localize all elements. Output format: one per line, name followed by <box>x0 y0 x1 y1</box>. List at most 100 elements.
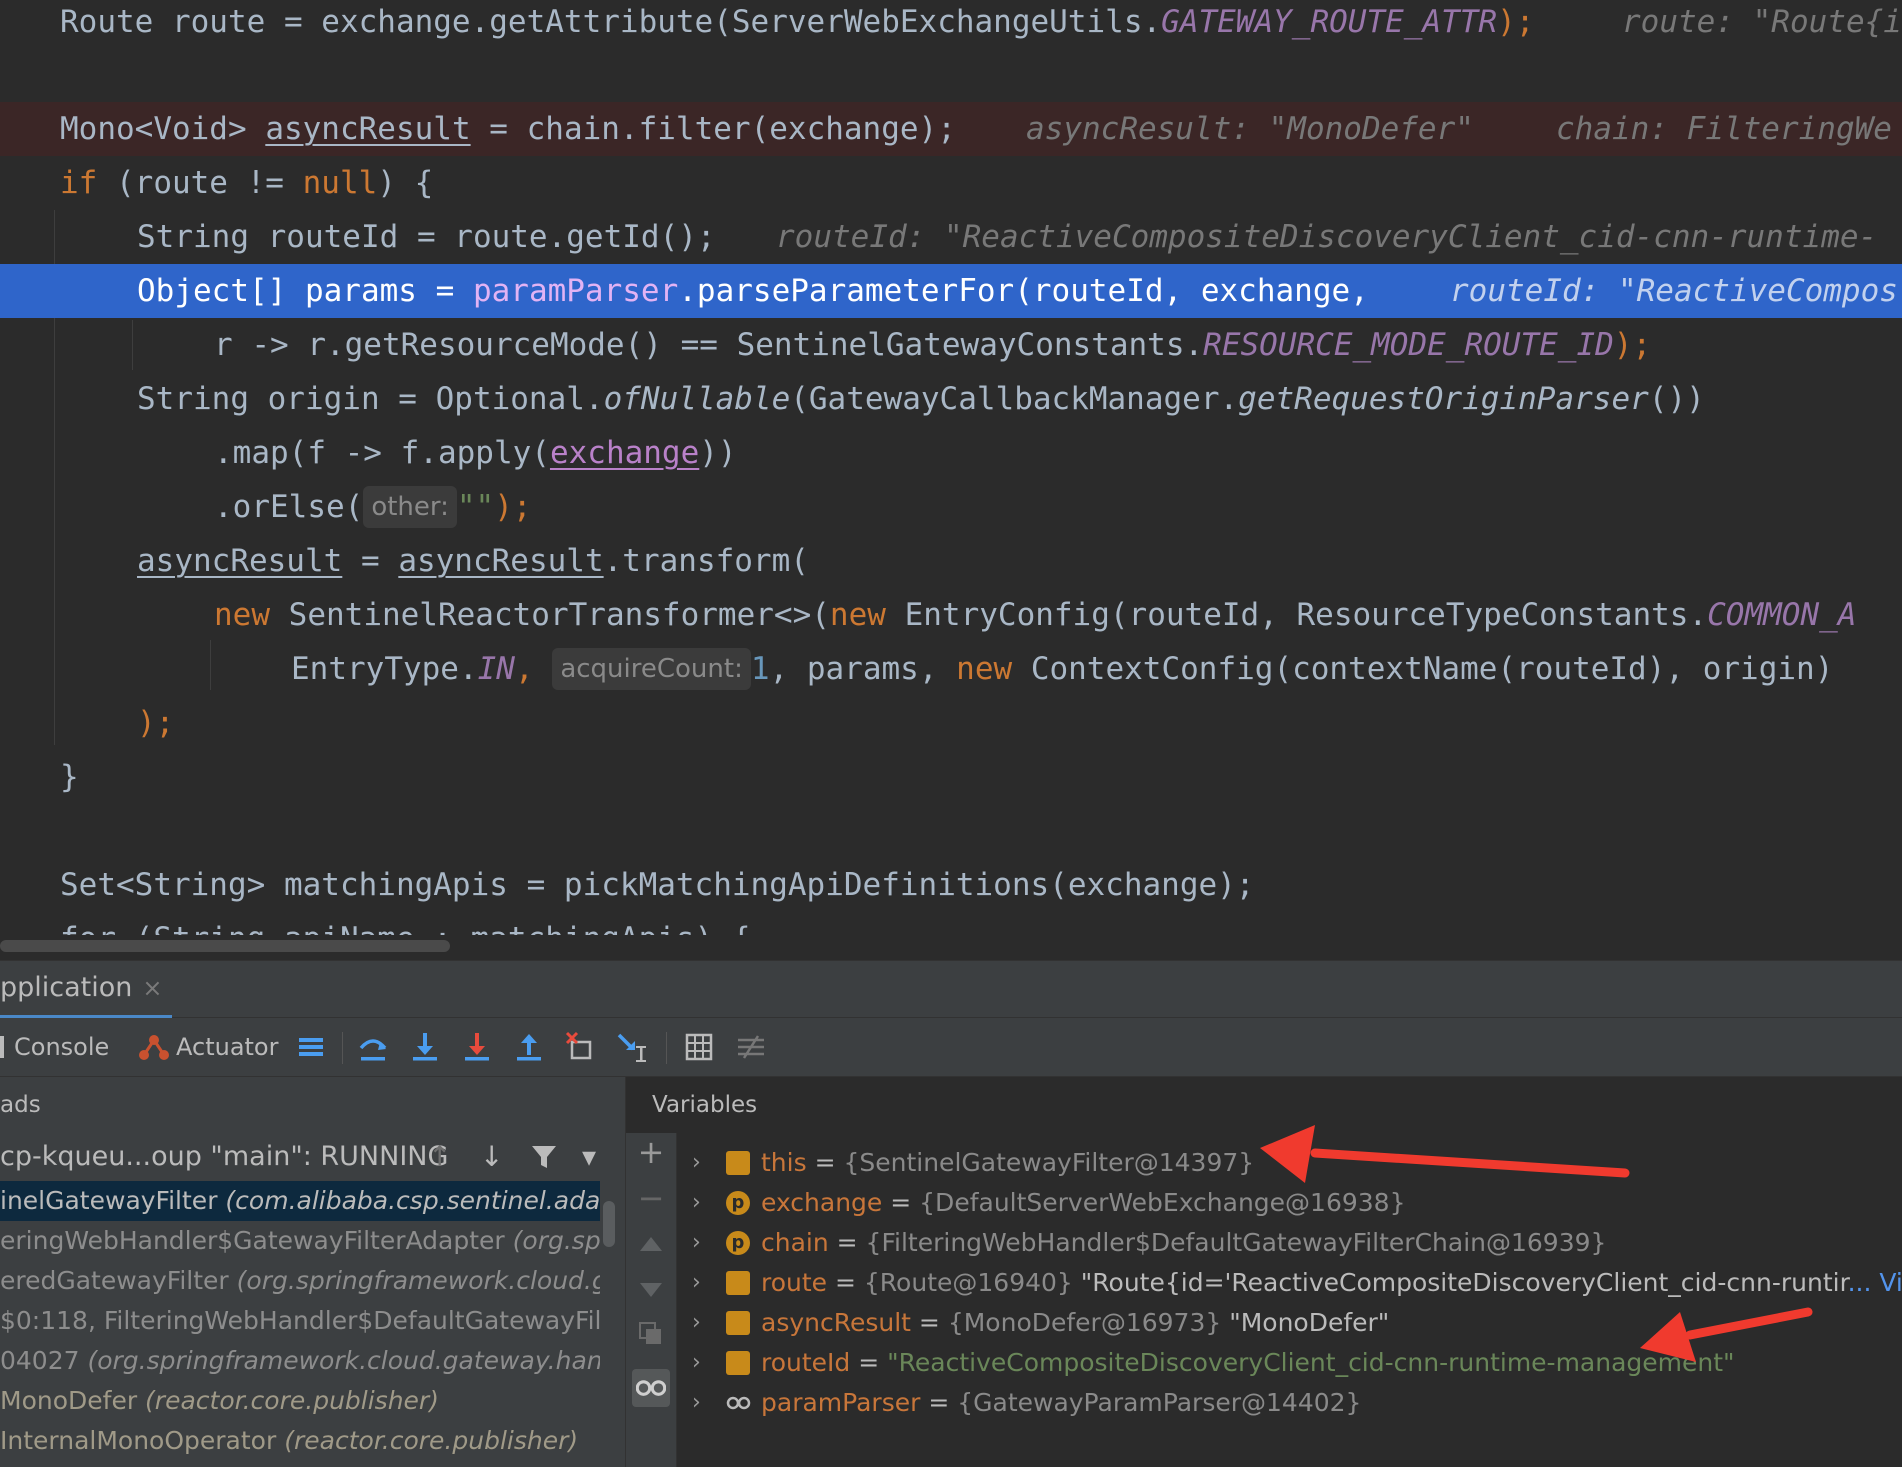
step-into-icon[interactable] <box>406 1028 444 1066</box>
code-variable: asyncResult <box>265 111 471 147</box>
stack-frame[interactable]: 04027 (org.springframework.cloud.gateway… <box>0 1341 600 1381</box>
arrow-up-icon[interactable]: ↑ <box>428 1133 451 1181</box>
code-line[interactable]: String routeId = route.getId(); routeId:… <box>0 210 1902 264</box>
step-over-icon[interactable] <box>354 1028 392 1066</box>
stack-frame[interactable]: eringWebHandler$GatewayFilterAdapter (or… <box>0 1221 600 1261</box>
code-editor[interactable]: Route route = exchange.getAttribute(Serv… <box>0 0 1902 935</box>
chevron-right-icon[interactable]: › <box>692 1343 701 1383</box>
inline-value-hint: routeId: "ReactiveCompos <box>1450 273 1898 309</box>
add-icon[interactable]: + <box>626 1133 676 1171</box>
variable-row[interactable]: › route = {Route@16940} "Route{id='React… <box>626 1263 1902 1303</box>
frames-header: ads <box>0 1092 41 1118</box>
variable-value: {FilteringWebHandler$DefaultGatewayFilte… <box>865 1228 1607 1257</box>
frame-package: (org.springframework.cloud.g <box>236 1266 600 1295</box>
code-line[interactable]: r -> r.getResourceMode() == SentinelGate… <box>0 318 1902 372</box>
code-line[interactable]: asyncResult = asyncResult.transform( <box>0 534 1902 588</box>
close-icon[interactable]: × <box>142 974 162 1002</box>
chevron-right-icon[interactable]: › <box>692 1183 701 1223</box>
code-line[interactable]: .map(f -> f.apply(exchange)) <box>0 426 1902 480</box>
code-line[interactable]: for (String apiName : matchingApis) { <box>0 912 1902 935</box>
variable-row[interactable]: › paramParser = {GatewayParamParser@1440… <box>626 1383 1902 1423</box>
code-line[interactable]: ); <box>0 696 1902 750</box>
parameter-hint: other: <box>363 486 457 528</box>
stack-frame[interactable]: inelGatewayFilter (com.alibaba.csp.senti… <box>0 1181 600 1221</box>
frames-pane: ads cp-kqueu...oup "main": RUNNING ↑ ↓ ▾… <box>0 1077 626 1467</box>
field-icon <box>726 1151 750 1175</box>
variable-eq: = <box>882 1188 920 1217</box>
code-line-breakpoint[interactable]: Mono<Void> asyncResult = chain.filter(ex… <box>0 102 1902 156</box>
tab-application[interactable]: pplication × <box>0 961 172 1019</box>
console-tab-button[interactable]: Console <box>0 1018 109 1076</box>
step-out-icon[interactable] <box>510 1028 548 1066</box>
code-text: .map(f -> f.apply( <box>214 435 550 471</box>
move-up-icon[interactable] <box>640 1237 662 1251</box>
variable-name: chain <box>761 1228 829 1257</box>
trace-current-stream-icon[interactable] <box>732 1028 770 1066</box>
thread-label: cp-kqueu...oup "main": RUNNING <box>0 1141 449 1172</box>
debug-toolbar: Console Actuator <box>0 1018 1902 1077</box>
code-line[interactable]: .orElse(other: ""); <box>0 480 1902 534</box>
variable-value: {DefaultServerWebExchange@16938} <box>919 1188 1406 1217</box>
watch-icon <box>636 1380 666 1396</box>
show-watches-toggle[interactable] <box>632 1369 670 1407</box>
code-line[interactable]: Set<String> matchingApis = pickMatchingA… <box>0 858 1902 912</box>
view-link[interactable]: ... View <box>1848 1268 1902 1297</box>
stack-frame[interactable]: MonoDefer (reactor.core.publisher) <box>0 1381 600 1421</box>
variable-row[interactable]: › p chain = {FilteringWebHandler$Default… <box>626 1223 1902 1263</box>
code-line[interactable]: } <box>0 750 1902 804</box>
variable-row[interactable]: › routeId = "ReactiveCompositeDiscoveryC… <box>626 1343 1902 1383</box>
thread-selector[interactable]: cp-kqueu...oup "main": RUNNING ↑ ↓ ▾ <box>0 1133 625 1181</box>
toolbar-separator <box>666 1032 667 1064</box>
code-number: 1 <box>750 651 770 687</box>
actuator-icon <box>139 1035 169 1060</box>
inline-value-hint: routeId: "ReactiveCompositeDiscoveryClie… <box>776 219 1878 255</box>
code-text: } <box>60 759 79 795</box>
stack-frame[interactable]: InternalMonoOperator (reactor.core.publi… <box>0 1421 600 1461</box>
force-step-into-icon[interactable] <box>458 1028 496 1066</box>
code-constant: GATEWAY_ROUTE_ATTR <box>1161 4 1498 40</box>
frame-name: $0:118, FilteringWebHandler$DefaultGatew… <box>0 1306 600 1335</box>
code-line[interactable]: if (route != null) { <box>0 156 1902 210</box>
code-line[interactable]: EntryType.IN, acquireCount: 1, params, ne… <box>0 642 1902 696</box>
chevron-right-icon[interactable]: › <box>692 1143 701 1183</box>
editor-horizontal-scrollbar[interactable] <box>0 940 450 952</box>
code-constant: RESOURCE_MODE_ROUTE_ID <box>1203 327 1614 363</box>
remove-icon[interactable]: − <box>626 1179 676 1217</box>
filter-icon[interactable] <box>530 1143 558 1171</box>
chevron-right-icon[interactable]: › <box>692 1263 701 1303</box>
frame-name: eringWebHandler$GatewayFilterAdapter <box>0 1226 513 1255</box>
variable-row[interactable]: › p exchange = {DefaultServerWebExchange… <box>626 1183 1902 1223</box>
code-text: = <box>342 543 399 579</box>
move-down-icon[interactable] <box>640 1283 662 1297</box>
code-text: .transform( <box>603 543 809 579</box>
chevron-right-icon[interactable]: › <box>692 1383 701 1423</box>
actuator-tab-button[interactable]: Actuator <box>138 1018 278 1076</box>
code-line-current[interactable]: Object[] params = paramParser.parseParam… <box>0 264 1902 318</box>
watch-icon <box>726 1396 751 1410</box>
evaluate-expression-icon[interactable] <box>680 1028 718 1066</box>
drop-frame-icon[interactable] <box>562 1028 600 1066</box>
variable-row[interactable]: › this = {SentinelGatewayFilter@14397} <box>626 1143 1902 1183</box>
show-execution-point-icon[interactable] <box>292 1028 330 1066</box>
chevron-right-icon[interactable]: › <box>692 1303 701 1343</box>
code-line[interactable]: Route route = exchange.getAttribute(Serv… <box>0 0 1902 49</box>
variable-row[interactable]: › asyncResult = {MonoDefer@16973} "MonoD… <box>626 1303 1902 1343</box>
code-keyword: new <box>956 651 1013 687</box>
chevron-right-icon[interactable]: › <box>692 1223 701 1263</box>
parameter-hint: acquireCount: <box>552 648 751 690</box>
duplicate-icon[interactable] <box>638 1321 664 1347</box>
field-icon <box>726 1311 750 1335</box>
frame-name: InternalMonoOperator <box>0 1426 285 1455</box>
chevron-down-icon[interactable]: ▾ <box>582 1133 596 1181</box>
stack-frame[interactable]: $0:118, FilteringWebHandler$DefaultGatew… <box>0 1301 600 1341</box>
frames-scrollbar[interactable] <box>603 1201 615 1247</box>
code-line[interactable]: String origin = Optional.ofNullable(Gate… <box>0 372 1902 426</box>
code-line[interactable]: new SentinelReactorTransformer<>(new Ent… <box>0 588 1902 642</box>
run-to-cursor-icon[interactable] <box>614 1028 652 1066</box>
code-text: (route != <box>97 165 303 201</box>
variable-eq: = <box>920 1388 958 1417</box>
inline-value-hint: chain: FilteringWe <box>1556 111 1892 147</box>
code-variable: asyncResult <box>398 543 604 579</box>
stack-frame[interactable]: eredGatewayFilter (org.springframework.c… <box>0 1261 600 1301</box>
arrow-down-icon[interactable]: ↓ <box>480 1133 503 1181</box>
